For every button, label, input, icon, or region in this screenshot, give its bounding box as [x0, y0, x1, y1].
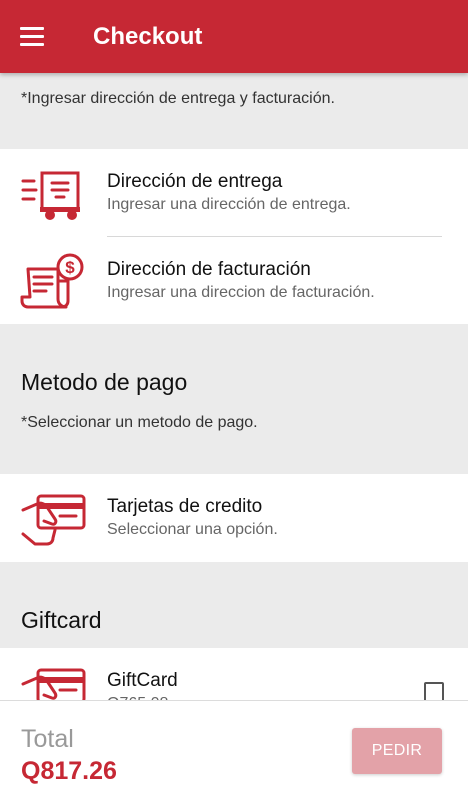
delivery-truck-icon [21, 171, 80, 220]
delivery-address-subtitle: Ingresar una dirección de entrega. [107, 196, 351, 213]
credit-card-hand-icon [21, 494, 86, 546]
svg-text:$: $ [65, 258, 75, 277]
total-label: Total [21, 725, 74, 753]
menu-icon[interactable] [20, 16, 62, 58]
payment-card: Tarjetas de credito Seleccionar una opci… [0, 474, 468, 562]
giftcard-checkbox[interactable] [424, 682, 444, 702]
address-card: Dirección de entrega Ingresar una direcc… [0, 149, 468, 324]
delivery-address-title: Dirección de entrega [107, 171, 283, 192]
credit-cards-subtitle: Seleccionar una opción. [107, 521, 278, 538]
credit-cards-item[interactable]: Tarjetas de credito Seleccionar una opci… [0, 474, 468, 562]
payment-section-title: Metodo de pago [21, 369, 188, 395]
delivery-address-item[interactable]: Dirección de entrega Ingresar una direcc… [0, 149, 468, 237]
checkout-footer: Total Q817.26 PEDIR [0, 700, 468, 800]
credit-cards-title: Tarjetas de credito [107, 496, 263, 517]
app-bar: Checkout [0, 0, 468, 73]
address-note: *Ingresar dirección de entrega y factura… [21, 90, 335, 107]
billing-receipt-icon: $ [20, 253, 84, 309]
billing-address-item[interactable]: $ Dirección de facturación Ingresar una … [0, 237, 468, 325]
billing-address-subtitle: Ingresar una direccion de facturación. [107, 284, 375, 301]
payment-note: *Seleccionar un metodo de pago. [21, 414, 258, 431]
order-button[interactable]: PEDIR [352, 728, 442, 774]
billing-address-title: Dirección de facturación [107, 259, 311, 280]
giftcard-title: GiftCard [107, 670, 178, 691]
page-title: Checkout [93, 22, 203, 50]
total-amount: Q817.26 [21, 757, 117, 785]
giftcard-section-title: Giftcard [21, 607, 102, 633]
